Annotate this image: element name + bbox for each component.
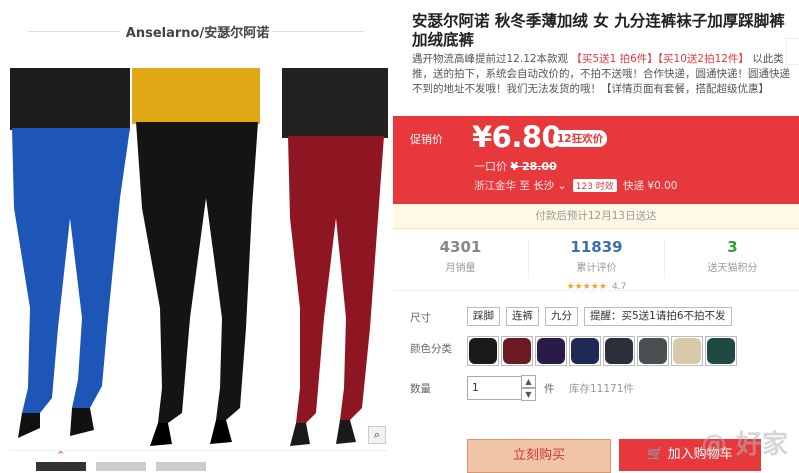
swatch-fill [571, 338, 599, 364]
decrement-icon[interactable]: ▼ [521, 388, 536, 401]
ship-city: 长沙 [533, 180, 555, 192]
size-option[interactable]: 提醒：买5送1请拍6不拍不发 [584, 307, 732, 326]
stat-label: 送天猫积分 [707, 263, 758, 274]
stat-points: 3 送天猫积分 [665, 238, 799, 274]
color-swatch[interactable] [467, 336, 499, 366]
swatch-fill [503, 338, 531, 364]
cart-icon: 🛒 [647, 447, 664, 462]
stock-count: 库存11171件 [569, 383, 634, 395]
ship-from: 浙江金华 [474, 180, 516, 192]
color-swatch[interactable] [705, 336, 737, 366]
color-swatch[interactable] [535, 336, 567, 366]
buy-now-button[interactable]: 立刻购买 [467, 439, 611, 473]
chevron-up-icon: ⌃ [56, 449, 66, 462]
quantity-label: 数量 [410, 383, 431, 395]
thumbnail[interactable] [96, 462, 146, 471]
subtitle-intro: 遇开物流高峰提前过12.12本款观 [412, 53, 569, 65]
original-price-row: 一口价 ¥ 28.00 [474, 158, 557, 174]
current-price: ¥6.80 [472, 120, 562, 154]
increment-icon[interactable]: ▲ [521, 375, 536, 388]
brand-line-right [272, 31, 364, 32]
original-price: ¥ 28.00 [510, 160, 557, 173]
stat-label: 月销量 [445, 263, 476, 274]
price-label: 促销价 [410, 133, 443, 146]
color-swatch[interactable] [603, 336, 635, 366]
size-option[interactable]: 连裤 [506, 307, 539, 326]
ship-city-select[interactable]: 长沙 ⌄ [533, 180, 566, 192]
stat-label: 累计评价 [576, 263, 617, 274]
stat-reviews[interactable]: 11839 累计评价 ★★★★★ 4.7 [529, 238, 664, 293]
ship-to-label: 至 [519, 180, 530, 192]
color-swatch[interactable] [637, 336, 669, 366]
swatch-fill [469, 338, 497, 364]
promo-badge: 12狂欢价 [553, 130, 608, 147]
size-option[interactable]: 踩脚 [467, 307, 500, 326]
ship-fee: 快递 ¥0.00 [623, 180, 678, 192]
thumbnail[interactable] [156, 462, 206, 471]
star-rating-icon: ★★★★★ [566, 282, 607, 292]
sales-stats: 4301 月销量 11839 累计评价 ★★★★★ 4.7 3 送天猫积分 [393, 228, 799, 293]
magnifier-icon[interactable]: ⌕ [368, 426, 386, 444]
color-swatch[interactable] [569, 336, 601, 366]
product-subtitle: 遇开物流高峰提前过12.12本款观 【买5送1 拍6件】【买10送2拍12件】 … [412, 52, 799, 97]
stat-monthly-sales: 4301 月销量 [393, 238, 528, 274]
swatch-fill [639, 338, 667, 364]
product-title: 安瑟尔阿诺 秋冬季薄加绒 女 九分连裤袜子加厚踩脚裤 加绒底裤 [412, 12, 785, 49]
quantity-input[interactable]: 1 [467, 376, 523, 400]
color-swatch[interactable] [501, 336, 533, 366]
stat-value: 3 [727, 238, 738, 256]
size-option[interactable]: 九分 [545, 307, 578, 326]
thumbnail-active[interactable] [36, 462, 86, 471]
swatch-fill [707, 338, 735, 364]
subtitle-promo: 【买5送1 拍6件】【买10送2拍12件】 [571, 53, 749, 65]
chevron-down-icon: ⌄ [557, 180, 567, 192]
rating-value: 4.7 [612, 282, 627, 292]
shipping-row: 浙江金华 至 长沙 ⌄ 123 时效 快递 ¥0.00 [474, 178, 677, 193]
delivery-note: 付款后预计12月13日送达 [393, 204, 799, 229]
swatch-fill [673, 338, 701, 364]
product-main-image[interactable]: ⌕ [10, 68, 388, 446]
stat-value: 11839 [570, 238, 623, 256]
ship-badge: 123 时效 [572, 179, 617, 192]
color-swatch[interactable] [671, 336, 703, 366]
color-label: 颜色分类 [410, 343, 452, 355]
swatch-fill [605, 338, 633, 364]
size-label: 尺寸 [410, 312, 431, 324]
original-price-label: 一口价 [474, 160, 507, 173]
rating-row: ★★★★★ 4.7 [529, 274, 664, 293]
swatch-fill [537, 338, 565, 364]
watermark: @ 好家 [700, 430, 789, 460]
stat-value: 4301 [439, 238, 482, 256]
side-panel-tab[interactable] [786, 38, 799, 65]
quantity-unit: 件 [544, 383, 555, 395]
